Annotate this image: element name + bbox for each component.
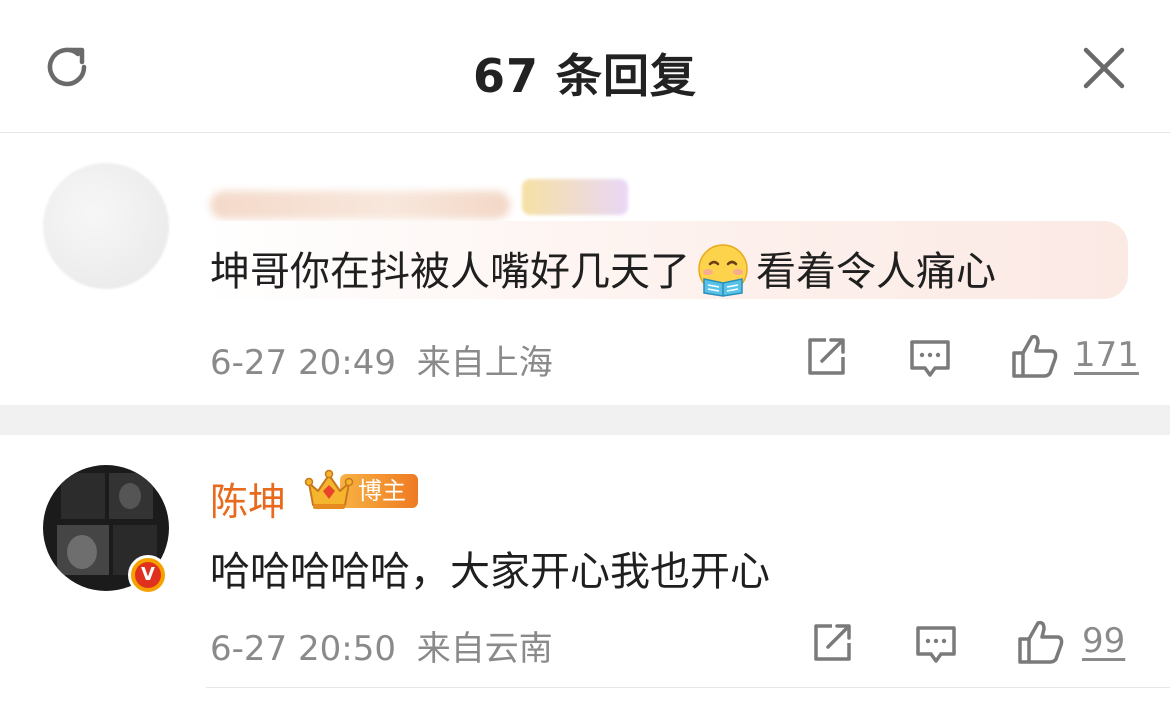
comment-icon[interactable]	[908, 337, 952, 385]
user-badge-blurred	[522, 179, 628, 215]
like-count[interactable]: 99	[1082, 621, 1125, 661]
comment-text-part: 看着令人痛心	[756, 249, 996, 295]
verified-badge: V	[128, 555, 168, 595]
reading-face-emoji-icon	[696, 243, 750, 297]
comment-text: 哈哈哈哈哈，大家开心我也开心	[210, 549, 770, 595]
close-icon[interactable]	[1078, 42, 1130, 94]
like-icon[interactable]	[1010, 331, 1060, 385]
verified-mark: V	[135, 562, 161, 588]
divider	[206, 687, 1170, 688]
comment-text-part: 坤哥你在抖被人嘴好几天了	[210, 249, 690, 295]
comment-item: 坤哥你在抖被人嘴好几天了 看着令人痛心 6-27 20:49 来自上海 171	[0, 133, 1170, 405]
comment-time: 6-27 20:49	[210, 343, 396, 383]
comment-icon[interactable]	[914, 623, 958, 671]
share-icon[interactable]	[804, 335, 848, 383]
comment-location: 来自云南	[416, 629, 553, 669]
crown-icon	[304, 469, 354, 513]
comment-meta: 6-27 20:50 来自云南	[210, 621, 553, 670]
comment-text: 坤哥你在抖被人嘴好几天了 看着令人痛心	[210, 239, 996, 301]
header-bar: 67 条回复	[0, 0, 1170, 133]
comment-meta: 6-27 20:49 来自上海	[210, 335, 553, 384]
blogger-badge: 博主	[304, 469, 418, 509]
username[interactable]: 陈坤	[210, 471, 286, 526]
comment-item: V 陈坤 博主 哈哈哈哈哈，大家开心我也开心 6-27 20:50 来自云南 9…	[0, 435, 1170, 704]
avatar[interactable]	[43, 163, 169, 289]
page-title: 67 条回复	[472, 49, 698, 103]
replies-page: 67 条回复 坤哥你在抖被人嘴好几天了 看着令人痛心 6-27 20:49 来自…	[0, 0, 1170, 704]
like-icon[interactable]	[1016, 617, 1066, 671]
username-blurred[interactable]	[210, 191, 510, 219]
comment-time: 6-27 20:50	[210, 629, 396, 669]
share-icon[interactable]	[810, 621, 854, 669]
comment-location: 来自上海	[416, 343, 553, 383]
section-divider	[0, 405, 1170, 435]
like-count[interactable]: 171	[1074, 335, 1139, 375]
